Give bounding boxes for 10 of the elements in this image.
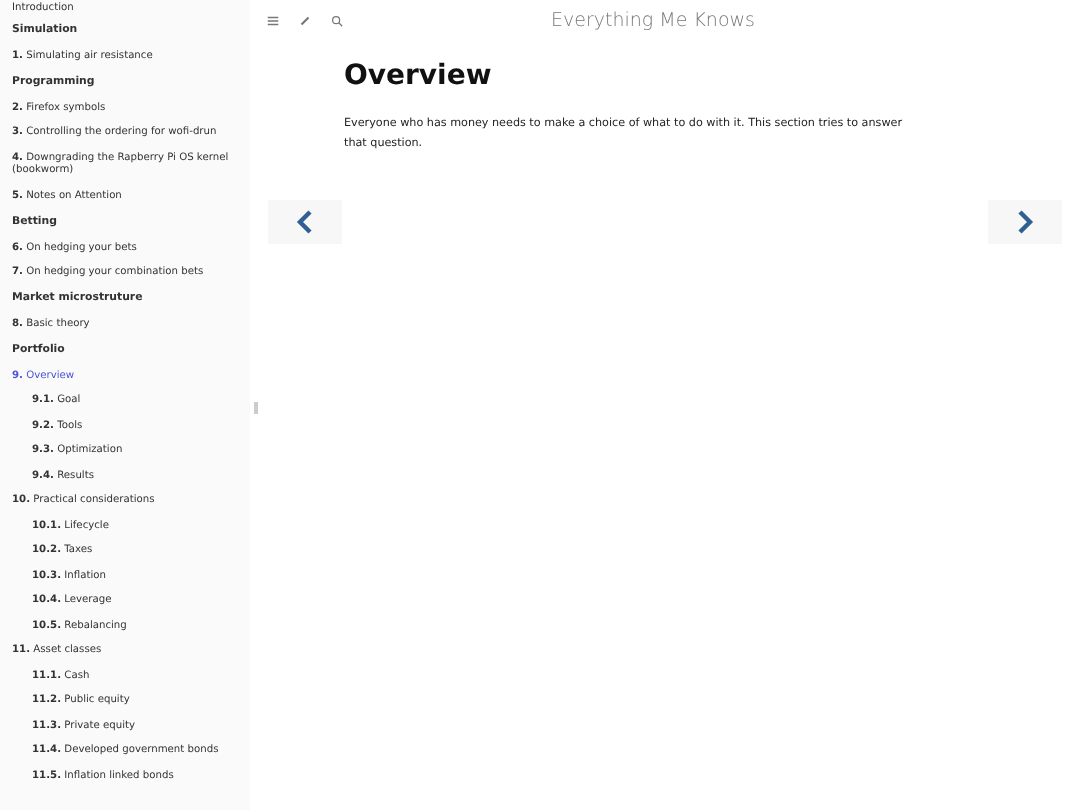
page-heading: Overview xyxy=(344,60,494,92)
previous-button[interactable] xyxy=(268,200,342,244)
resize-handle[interactable] xyxy=(254,402,258,414)
chevron-left-icon xyxy=(296,210,314,234)
next-button[interactable] xyxy=(988,200,1062,244)
menu-icon[interactable] xyxy=(266,13,280,27)
search-icon[interactable] xyxy=(330,13,344,27)
brush-icon[interactable] xyxy=(298,13,312,27)
chevron-right-icon xyxy=(1016,210,1034,234)
book-title: Everything Me Knows xyxy=(549,9,757,31)
